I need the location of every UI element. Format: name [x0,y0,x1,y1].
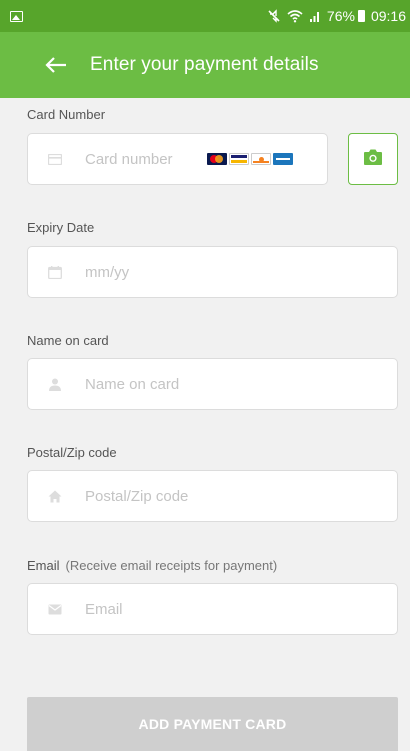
page-title: Enter your payment details [90,54,319,75]
discover-logo-icon [251,153,271,165]
scan-card-button[interactable] [348,133,398,185]
card-number-field[interactable] [27,133,328,185]
home-icon [48,490,62,502]
postal-code-input[interactable] [85,487,245,505]
amex-logo-icon [273,153,293,165]
card-number-label: Card Number [27,107,106,122]
card-number-input[interactable] [85,150,207,168]
wifi-icon [287,9,303,23]
add-payment-card-button[interactable]: ADD PAYMENT CARD [27,697,398,751]
status-bar: 76% 09:16 [0,0,410,32]
mastercard-logo-icon [207,153,227,165]
postal-code-field[interactable] [27,470,398,522]
credit-card-icon [48,153,62,165]
email-label: Email (Receive email receipts for payment… [27,558,277,573]
person-icon [48,378,62,391]
mute-icon [267,9,281,23]
name-on-card-field[interactable] [27,358,398,410]
visa-logo-icon [229,153,249,165]
expiry-date-input[interactable] [85,263,245,281]
name-on-card-input[interactable] [85,375,245,393]
email-label-text: Email [27,558,60,573]
app-bar: Enter your payment details [0,32,410,98]
email-input[interactable] [85,600,245,618]
gallery-icon [10,10,23,22]
camera-icon [363,148,383,171]
card-brand-logos [207,153,293,165]
name-on-card-label: Name on card [27,333,109,348]
expiry-date-label: Expiry Date [27,220,95,235]
postal-code-label: Postal/Zip code [27,445,117,460]
email-label-note: (Receive email receipts for payment) [65,558,278,573]
arrow-left-icon[interactable] [44,55,70,75]
battery-icon [357,10,365,22]
email-field[interactable] [27,583,398,635]
calendar-icon [48,265,62,279]
signal-icon [309,10,321,23]
battery-percent: 76% [326,8,355,24]
clock: 09:16 [370,8,406,24]
expiry-date-field[interactable] [27,246,398,298]
battery-indicator: 76% [327,8,365,24]
envelope-icon [48,603,62,615]
